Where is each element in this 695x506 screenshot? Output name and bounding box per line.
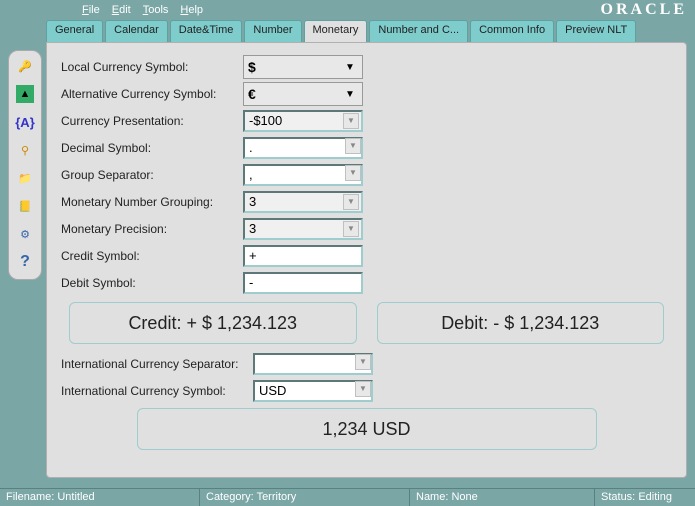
- chevron-down-icon: ▼: [343, 194, 359, 210]
- debit-label: Debit Symbol:: [61, 276, 243, 290]
- credit-label: Credit Symbol:: [61, 249, 243, 263]
- folder-icon[interactable]: 📁: [16, 169, 34, 187]
- debit-preview: Debit: - $ 1,234.123: [377, 302, 665, 344]
- help-icon[interactable]: ?: [16, 253, 34, 271]
- toolbar: 🔑 ▲ {A} ⚲ 📁 📒 ⚙ ?: [8, 50, 42, 280]
- gear-icon[interactable]: ⚙: [16, 225, 34, 243]
- braces-icon[interactable]: {A}: [16, 113, 34, 131]
- status-category: Category: Territory: [200, 489, 410, 506]
- decimal-input[interactable]: .▼: [243, 137, 363, 159]
- brand-logo: ORACLE: [601, 1, 687, 19]
- intl-preview: 1,234 USD: [137, 408, 597, 450]
- group-sep-label: Group Separator:: [61, 168, 243, 182]
- tab-number[interactable]: Number: [244, 20, 301, 42]
- status-bar: Filename: Untitled Category: Territory N…: [0, 488, 695, 506]
- credit-input[interactable]: +: [243, 245, 363, 267]
- precision-select[interactable]: 3▼: [243, 218, 363, 240]
- chevron-down-icon: ▼: [344, 87, 356, 103]
- status-status: Status: Editing: [595, 489, 695, 506]
- intl-sym-input[interactable]: USD▼: [253, 380, 373, 402]
- intl-sym-label: International Currency Symbol:: [61, 384, 253, 398]
- alt-currency-select[interactable]: €▼: [243, 82, 363, 106]
- intl-sep-input[interactable]: ▼: [253, 353, 373, 375]
- image-icon[interactable]: ▲: [16, 85, 34, 103]
- credit-preview: Credit: + $ 1,234.123: [69, 302, 357, 344]
- menu-file[interactable]: File: [82, 4, 100, 16]
- group-sep-input[interactable]: ,▼: [243, 164, 363, 186]
- precision-label: Monetary Precision:: [61, 222, 243, 236]
- tab-bar: General Calendar Date&Time Number Moneta…: [46, 20, 687, 42]
- decimal-label: Decimal Symbol:: [61, 141, 243, 155]
- chevron-down-icon: ▼: [344, 60, 356, 76]
- status-filename: Filename: Untitled: [0, 489, 200, 506]
- menu-help[interactable]: Help: [180, 4, 203, 16]
- tab-common-info[interactable]: Common Info: [470, 20, 554, 42]
- local-currency-label: Local Currency Symbol:: [61, 60, 243, 74]
- chevron-down-icon: ▼: [345, 165, 361, 181]
- chevron-down-icon: ▼: [345, 138, 361, 154]
- tab-preview-nlt[interactable]: Preview NLT: [556, 20, 636, 42]
- grouping-label: Monetary Number Grouping:: [61, 195, 243, 209]
- tab-monetary[interactable]: Monetary: [304, 20, 368, 42]
- link-icon[interactable]: ⚲: [16, 141, 34, 159]
- tab-calendar[interactable]: Calendar: [105, 20, 168, 42]
- presentation-label: Currency Presentation:: [61, 114, 243, 128]
- menu-bar: File Edit Tools Help: [82, 4, 203, 16]
- presentation-select[interactable]: -$100▼: [243, 110, 363, 132]
- debit-input[interactable]: -: [243, 272, 363, 294]
- grouping-select[interactable]: 3▼: [243, 191, 363, 213]
- chevron-down-icon: ▼: [343, 221, 359, 237]
- tab-number-and-c[interactable]: Number and C...: [369, 20, 468, 42]
- monetary-panel: Local Currency Symbol: $▼ Alternative Cu…: [46, 42, 687, 478]
- local-currency-select[interactable]: $▼: [243, 55, 363, 79]
- menu-tools[interactable]: Tools: [143, 4, 169, 16]
- status-name: Name: None: [410, 489, 595, 506]
- tab-general[interactable]: General: [46, 20, 103, 42]
- alt-currency-label: Alternative Currency Symbol:: [61, 87, 243, 101]
- chevron-down-icon: ▼: [343, 113, 359, 129]
- tab-datetime[interactable]: Date&Time: [170, 20, 243, 42]
- note-icon[interactable]: 📒: [16, 197, 34, 215]
- menu-edit[interactable]: Edit: [112, 4, 131, 16]
- chevron-down-icon: ▼: [355, 354, 371, 370]
- chevron-down-icon: ▼: [355, 381, 371, 397]
- intl-sep-label: International Currency Separator:: [61, 357, 253, 371]
- key-icon[interactable]: 🔑: [16, 57, 34, 75]
